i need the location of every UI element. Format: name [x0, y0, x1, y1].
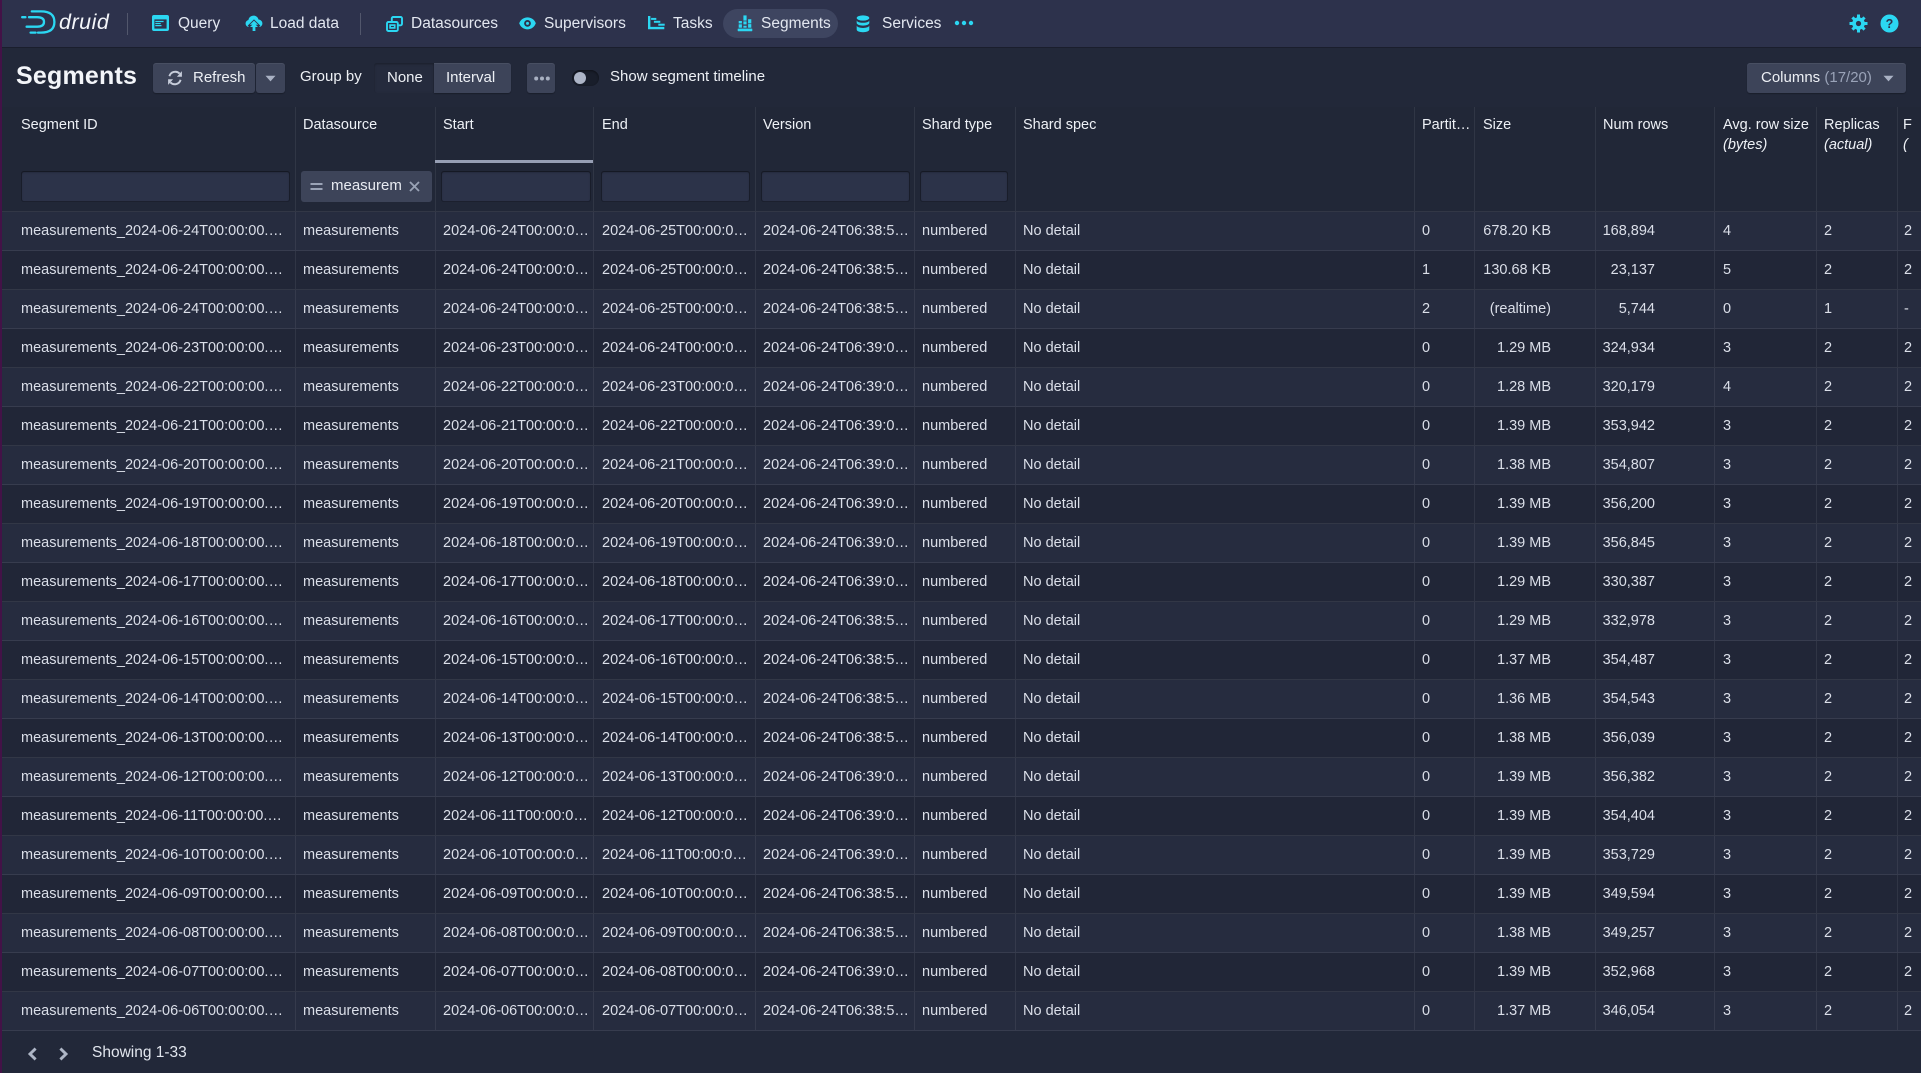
svg-text:?: ?: [1886, 17, 1894, 31]
